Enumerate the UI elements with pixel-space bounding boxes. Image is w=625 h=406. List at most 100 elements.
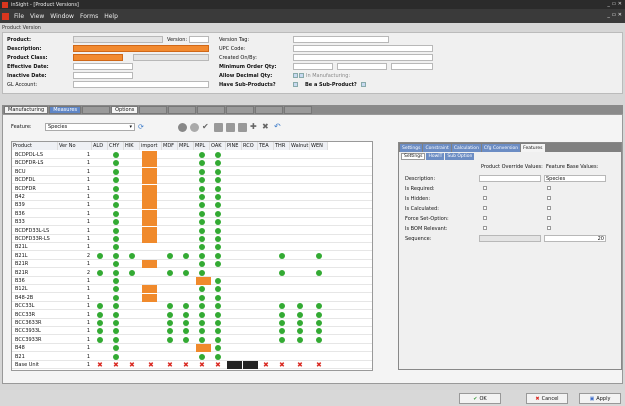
upc-field[interactable] [293, 45, 433, 52]
tab-4[interactable] [139, 106, 168, 114]
undo-tool-icon[interactable]: ↶ [274, 122, 281, 131]
option-on-icon[interactable] [199, 336, 205, 343]
option-off-icon[interactable]: ✖ [167, 361, 173, 369]
option-on-icon[interactable] [215, 177, 221, 184]
tab-options[interactable]: Options [111, 106, 139, 114]
option-on-icon[interactable] [215, 168, 221, 175]
option-on-icon[interactable] [113, 320, 119, 326]
option-on-icon[interactable] [199, 177, 205, 184]
options-grid[interactable]: Product Ver No ALD CHY HIK import MDF MPL MPL OAK… [11, 141, 373, 371]
option-on-icon[interactable] [199, 210, 205, 217]
option-on-icon[interactable] [97, 328, 103, 335]
required-override-checkbox[interactable] [483, 186, 487, 190]
subtab-sub-option[interactable]: Sub Option [445, 153, 475, 160]
option-blocked-icon[interactable] [227, 361, 242, 369]
option-default-icon[interactable] [142, 218, 157, 227]
option-on-icon[interactable] [215, 252, 221, 259]
option-on-icon[interactable] [199, 353, 205, 360]
option-on-icon[interactable] [199, 227, 205, 234]
option-off-icon[interactable]: ✖ [297, 361, 303, 369]
rtab-constraint[interactable]: Constraint [423, 144, 451, 152]
effective-date-field[interactable] [73, 63, 133, 70]
tab-2[interactable] [82, 106, 111, 114]
option-on-icon[interactable] [167, 336, 173, 343]
column-header[interactable]: CHY [108, 142, 124, 150]
table-row[interactable]: BCDFD33R-LS 1 [12, 235, 372, 243]
min-order-field-2[interactable] [337, 63, 387, 70]
option-on-icon[interactable] [97, 320, 103, 326]
gl-account-field[interactable] [73, 81, 209, 88]
option-default-icon[interactable] [142, 226, 157, 235]
table-row[interactable]: BCDFDR 1 [12, 184, 372, 193]
option-on-icon[interactable] [167, 328, 173, 335]
inactive-date-field[interactable] [73, 72, 133, 79]
option-off-icon[interactable]: ✖ [129, 361, 135, 369]
option-on-icon[interactable] [167, 311, 173, 318]
table-row[interactable]: B21L 1 [12, 243, 372, 252]
tab-9[interactable] [284, 106, 313, 114]
option-on-icon[interactable] [113, 336, 119, 343]
option-on-icon[interactable] [113, 303, 119, 310]
option-on-icon[interactable] [199, 311, 205, 318]
option-off-icon[interactable]: ✖ [279, 361, 285, 369]
option-on-icon[interactable] [316, 336, 322, 343]
child-window-controls[interactable]: _ ▭ ✕ [607, 12, 622, 18]
option-on-icon[interactable] [215, 286, 221, 293]
table-row[interactable]: BCDPDL-LS 1 [12, 151, 372, 159]
table-row[interactable]: Base Unit 1 ✖ ✖ ✖ ✖ ✖ ✖ ✖ ✖ ✖ ✖ ✖ ✖ [12, 361, 372, 369]
option-default-icon[interactable] [196, 277, 211, 285]
option-on-icon[interactable] [199, 294, 205, 301]
option-on-icon[interactable] [113, 219, 119, 226]
option-on-icon[interactable] [215, 152, 221, 158]
column-header[interactable]: Product [12, 142, 58, 150]
rtab-settings[interactable]: Settings [400, 144, 423, 152]
table-row[interactable]: B21R 2 [12, 269, 372, 277]
table-row[interactable]: BCC3633R 1 [12, 319, 372, 327]
option-off-icon[interactable]: ✖ [199, 361, 205, 369]
option-on-icon[interactable] [215, 261, 221, 268]
option-on-icon[interactable] [183, 303, 189, 310]
option-on-icon[interactable] [113, 353, 119, 360]
ok-button[interactable]: ✔ OK [459, 393, 501, 404]
option-on-icon[interactable] [113, 345, 119, 352]
option-default-icon[interactable] [142, 167, 157, 176]
option-on-icon[interactable] [167, 269, 173, 276]
table-row[interactable]: B36 1 [12, 277, 372, 285]
table-row[interactable]: B12L 1 [12, 285, 372, 294]
option-on-icon[interactable] [113, 227, 119, 234]
be-sub-product-checkbox[interactable] [361, 82, 366, 87]
option-on-icon[interactable] [279, 320, 285, 326]
option-on-icon[interactable] [297, 320, 303, 326]
option-on-icon[interactable] [97, 252, 103, 259]
option-on-icon[interactable] [113, 294, 119, 301]
check-tool-icon[interactable]: ✔ [202, 122, 209, 131]
option-on-icon[interactable] [113, 177, 119, 184]
option-on-icon[interactable] [97, 311, 103, 318]
table-row[interactable]: BCDFD33L-LS 1 [12, 226, 372, 235]
prop-description-override[interactable] [479, 175, 541, 182]
option-on-icon[interactable] [113, 236, 119, 242]
column-header[interactable]: WEN [310, 142, 328, 150]
option-on-icon[interactable] [297, 328, 303, 335]
option-on-icon[interactable] [316, 328, 322, 335]
column-header[interactable]: RCO [242, 142, 258, 150]
option-on-icon[interactable] [113, 252, 119, 259]
option-on-icon[interactable] [199, 152, 205, 158]
column-header[interactable]: TEA [258, 142, 274, 150]
option-on-icon[interactable] [215, 328, 221, 335]
min-order-field[interactable] [293, 63, 333, 70]
option-on-icon[interactable] [215, 219, 221, 226]
tab-7[interactable] [226, 106, 255, 114]
column-header[interactable]: MPL [178, 142, 194, 150]
option-on-icon[interactable] [199, 168, 205, 175]
option-on-icon[interactable] [113, 160, 119, 167]
option-on-icon[interactable] [215, 236, 221, 242]
option-on-icon[interactable] [113, 202, 119, 209]
option-on-icon[interactable] [113, 194, 119, 200]
option-default-icon[interactable] [142, 293, 157, 302]
column-header[interactable]: MPL [194, 142, 210, 150]
allow-decimal-checkbox[interactable] [293, 73, 298, 78]
option-on-icon[interactable] [199, 261, 205, 268]
option-on-icon[interactable] [215, 311, 221, 318]
option-on-icon[interactable] [215, 353, 221, 360]
